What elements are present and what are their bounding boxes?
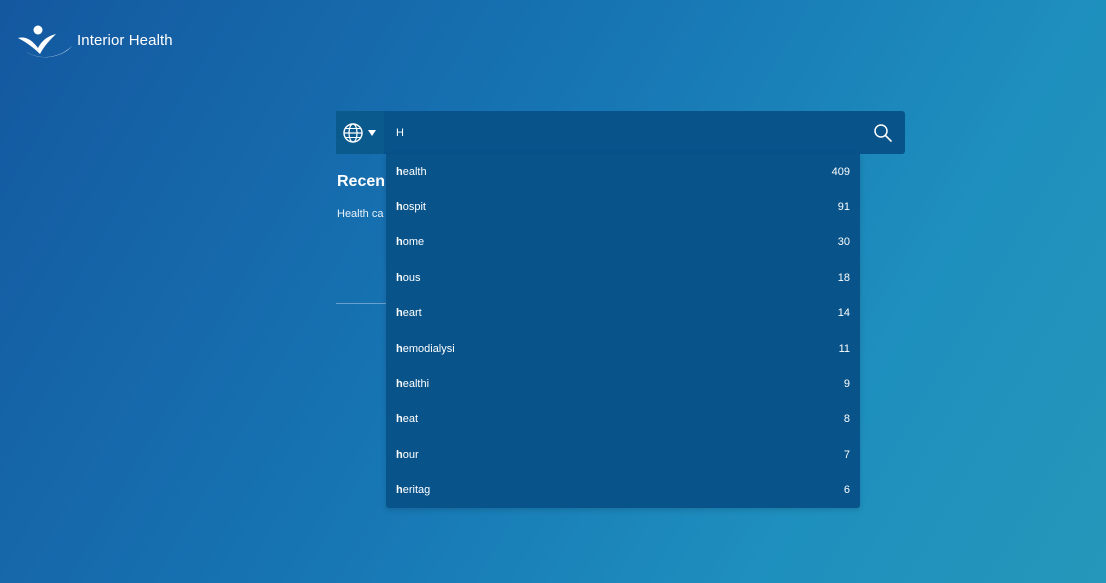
search-field-container — [384, 111, 905, 154]
suggestion-match: h — [396, 307, 403, 320]
suggestion-count: 91 — [837, 201, 850, 214]
suggestion-term: health — [396, 166, 427, 178]
brand-logo[interactable]: Interior Health — [16, 24, 173, 60]
suggestion-item[interactable]: health 409 — [386, 154, 860, 189]
suggestion-item[interactable]: healthi 9 — [386, 366, 860, 401]
suggestion-count: 7 — [843, 448, 850, 461]
suggestion-rest: ome — [402, 236, 425, 249]
suggestion-match: h — [396, 201, 403, 214]
suggestion-count: 30 — [837, 236, 850, 249]
suggestion-item[interactable]: hemodialysi 11 — [386, 331, 860, 366]
suggestion-rest: emodialysi — [402, 342, 455, 355]
recent-search-item[interactable]: Health ca — [337, 208, 387, 220]
suggestion-item[interactable]: heritag 6 — [386, 473, 860, 508]
suggestion-count: 8 — [843, 413, 850, 426]
suggestion-count: 409 — [831, 165, 850, 178]
suggestion-match: h — [396, 413, 403, 426]
suggestion-count: 18 — [837, 271, 850, 284]
search-input[interactable] — [384, 111, 844, 154]
suggestion-term: healthi — [396, 378, 429, 390]
suggestion-match: h — [396, 342, 403, 355]
suggestion-match: h — [396, 236, 403, 249]
recent-searches-heading: Recen — [337, 173, 386, 190]
suggestion-term: hemodialysi — [396, 343, 455, 355]
suggestion-match: h — [396, 165, 403, 178]
suggestion-term: heart — [396, 307, 422, 319]
suggestion-rest: eritag — [402, 484, 431, 497]
suggestion-count: 11 — [838, 342, 850, 355]
suggestion-item[interactable]: home 30 — [386, 225, 860, 260]
suggestion-item[interactable]: heart 14 — [386, 296, 860, 331]
suggestion-rest: ous — [402, 271, 421, 284]
suggestion-match: h — [396, 448, 403, 461]
language-selector-button[interactable] — [336, 111, 384, 154]
suggestion-item[interactable]: hospit 91 — [386, 189, 860, 224]
autocomplete-suggestions: health 409 hospit 91 home 30 hous 18 hea… — [386, 154, 860, 508]
suggestion-count: 6 — [843, 484, 850, 497]
chevron-down-icon — [368, 129, 376, 136]
suggestion-count: 14 — [837, 307, 850, 320]
globe-icon — [343, 122, 363, 143]
suggestion-item[interactable]: hour 7 — [386, 437, 860, 472]
divider — [336, 303, 386, 304]
suggestion-term: hous — [396, 272, 420, 284]
suggestion-match: h — [396, 378, 403, 391]
suggestion-item[interactable]: heat 8 — [386, 402, 860, 437]
suggestion-rest: ospit — [402, 201, 426, 214]
suggestion-term: home — [396, 236, 424, 248]
suggestion-term: heritag — [396, 484, 430, 496]
brand-name: Interior Health — [77, 31, 173, 49]
suggestion-term: heat — [396, 413, 418, 425]
suggestion-count: 9 — [843, 378, 850, 391]
suggestion-rest: eart — [402, 307, 422, 320]
suggestion-match: h — [396, 271, 403, 284]
interior-health-logo-icon — [18, 25, 72, 58]
suggestion-term: hospit — [396, 201, 426, 213]
search-icon[interactable] — [873, 123, 893, 143]
suggestion-item[interactable]: hous 18 — [386, 260, 860, 295]
search-bar — [336, 111, 905, 154]
suggestion-term: hour — [396, 449, 419, 461]
suggestion-rest: ealth — [402, 165, 427, 178]
suggestion-rest: ealthi — [402, 378, 430, 391]
suggestion-rest: eat — [402, 413, 419, 426]
suggestion-rest: our — [402, 448, 419, 461]
suggestion-match: h — [396, 484, 403, 497]
